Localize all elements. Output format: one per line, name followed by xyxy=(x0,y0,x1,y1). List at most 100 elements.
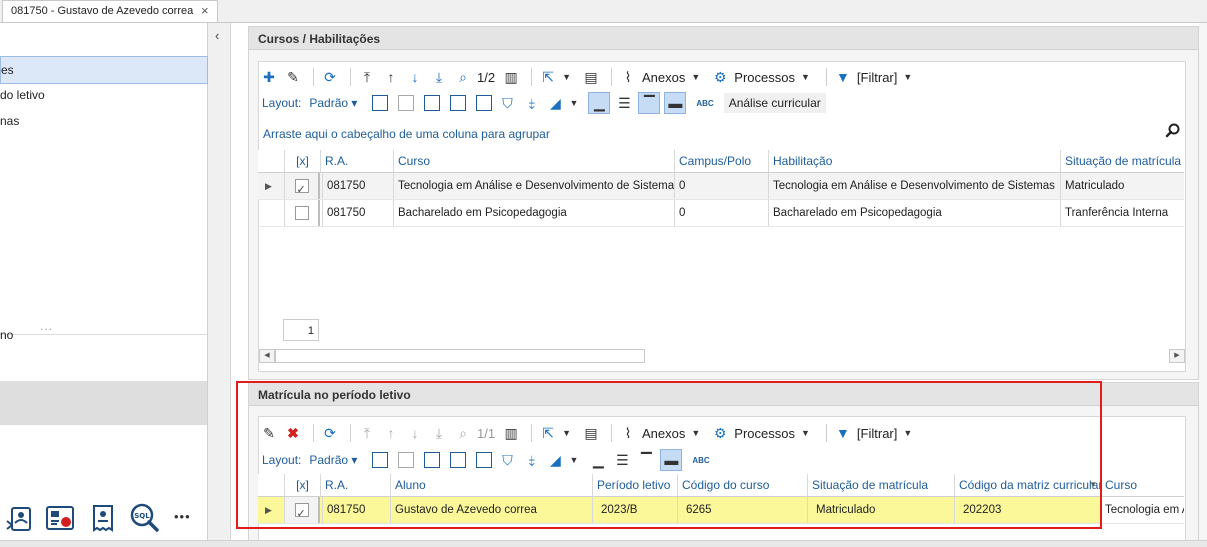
next-record-icon[interactable]: ↓ xyxy=(405,67,425,87)
layout-full-icon[interactable]: ▬ xyxy=(664,92,687,114)
cell-campus: 0 xyxy=(674,200,768,226)
layout-split-icon[interactable]: ☰ xyxy=(614,93,634,113)
horizontal-scrollbar-thumb[interactable] xyxy=(275,349,645,363)
processos-button[interactable]: Processos xyxy=(734,70,795,85)
student-card-icon[interactable] xyxy=(4,503,34,533)
column-header-curso[interactable]: Curso xyxy=(1100,474,1184,496)
receipt-icon[interactable] xyxy=(88,503,118,533)
table-row[interactable]: 081750 Bacharelado em Psicopedagogia 0 B… xyxy=(258,200,1184,227)
cursos-layout-toolbar: Layout: Padrão ▾ ⛉ ⤈ ◢ ▼ ▁ ☰ ▔ ▬ ABC Anál… xyxy=(262,92,826,114)
export-icon[interactable]: ⇱ xyxy=(538,67,558,87)
toolbar-separator xyxy=(611,68,612,86)
cell-ra: 081750 xyxy=(322,200,393,226)
chevron-down-icon[interactable]: ▼ xyxy=(903,72,912,82)
delete-row-icon xyxy=(398,95,415,111)
cell-curso: Tecnologia em Análise e Desenvolvimento … xyxy=(393,173,674,199)
layout-top-icon[interactable]: ▔ xyxy=(638,92,661,114)
sidebar-item-cursos[interactable]: es xyxy=(0,56,208,84)
report-chart-icon[interactable] xyxy=(45,503,75,533)
layout-bottom-icon[interactable]: ▁ xyxy=(588,92,611,114)
chevron-down-icon[interactable]: ▼ xyxy=(691,72,700,82)
sql-label: SQL xyxy=(134,512,150,520)
chevron-down-icon[interactable]: ▼ xyxy=(562,72,571,82)
document-icon[interactable]: ▤ xyxy=(581,67,601,87)
chevron-down-icon[interactable]: ▼ xyxy=(801,72,810,82)
page-number-input[interactable]: 1 xyxy=(283,319,319,341)
sql-search-icon[interactable]: SQL xyxy=(130,503,160,533)
column-header-campus[interactable]: Campus/Polo xyxy=(674,150,768,172)
paint-format-icon[interactable]: ⛉ xyxy=(497,93,517,113)
paperclip-icon: ⌇ xyxy=(624,69,632,85)
chart-icon[interactable]: ◢ xyxy=(545,93,565,113)
row-checkbox[interactable] xyxy=(294,205,309,220)
sidebar-item-aluno[interactable]: no xyxy=(0,322,206,348)
row-checkbox-cell[interactable] xyxy=(284,200,320,226)
layout-select[interactable]: Padrão ▾ xyxy=(309,96,357,110)
close-tab-icon[interactable]: × xyxy=(201,3,209,18)
add-row-icon[interactable] xyxy=(372,95,389,111)
sidebar-item-disciplinas[interactable]: nas xyxy=(0,108,206,134)
move-up-icon[interactable] xyxy=(450,95,467,111)
last-record-icon[interactable]: ⤓ xyxy=(429,67,449,87)
record-counter: 1/2 xyxy=(477,69,496,85)
add-icon[interactable]: ✚ xyxy=(259,67,279,87)
row-pointer-icon: ▶ xyxy=(265,181,272,191)
sidebar-selected-area xyxy=(0,381,207,425)
columns-icon[interactable]: ▥ xyxy=(501,67,521,87)
gear-icon: ⚙ xyxy=(714,69,727,85)
cell-habilitacao: Bacharelado em Psicopedagogia xyxy=(768,200,1060,226)
chevron-down-icon[interactable]: ▼ xyxy=(569,98,578,108)
highlight-annotation-box xyxy=(236,381,1102,529)
cell-curso: Bacharelado em Psicopedagogia xyxy=(393,200,674,226)
cell-situacao: Tranferência Interna xyxy=(1060,200,1184,226)
toolbar-separator xyxy=(825,68,827,86)
move-down-icon[interactable] xyxy=(476,95,493,111)
first-record-icon[interactable]: ⤒ xyxy=(357,67,377,87)
anexos-button[interactable]: Anexos xyxy=(642,70,685,85)
layout-label: Layout: xyxy=(262,96,302,110)
group-by-hint[interactable]: Arraste aqui o cabeçalho de uma coluna p… xyxy=(263,127,550,141)
sidebar-item-label: no xyxy=(0,328,14,342)
filter-icon: ▼ xyxy=(835,69,850,85)
cursos-toolbar: ✚ ✎ ⟳ ⤒ ↑ ↓ ⤓ ⌕ 1/2 ▥ ⇱ ▼ ▤ ⌇ Anexos ▼ ⚙ P… xyxy=(259,66,922,88)
panel-title: Cursos / Habilitações xyxy=(258,32,381,46)
layout-select-value: Padrão xyxy=(309,96,349,110)
row-checkbox-cell[interactable] xyxy=(284,173,320,199)
refresh-icon[interactable]: ⟳ xyxy=(320,67,340,87)
document-tab[interactable]: 081750 - Gustavo de Azevedo correa × xyxy=(2,0,218,22)
column-header-ra[interactable]: R.A. xyxy=(320,150,393,172)
scroll-left-icon[interactable]: ◀ xyxy=(259,349,275,363)
table-row[interactable]: ▶ 081750 Tecnologia em Análise e Desenvo… xyxy=(258,173,1184,200)
sidebar-item-label: nas xyxy=(0,114,20,128)
row-checkbox[interactable] xyxy=(294,177,309,199)
sidebar-collapse-strip[interactable]: ‹ xyxy=(208,23,231,546)
column-header-habilitacao[interactable]: Habilitação xyxy=(768,150,1060,172)
search-icon[interactable] xyxy=(1165,123,1181,139)
sidebar: es do letivo nas ... no xyxy=(0,23,208,546)
previous-record-icon[interactable]: ↑ xyxy=(381,67,401,87)
cell-curso: Tecnologia em A xyxy=(1100,497,1184,523)
column-header-select[interactable]: [x] xyxy=(284,150,320,172)
toolbar-separator xyxy=(313,68,314,86)
sidebar-item-periodo-letivo[interactable]: do letivo xyxy=(0,82,206,108)
cell-habilitacao: Tecnologia em Análise e Desenvolvimento … xyxy=(768,173,1060,199)
copy-icon[interactable] xyxy=(424,95,441,111)
sidebar-item-label: do letivo xyxy=(0,88,45,102)
cell-ra: 081750 xyxy=(322,173,393,199)
filtrar-button[interactable]: [Filtrar] xyxy=(857,70,897,85)
cell-situacao: Matriculado xyxy=(1060,173,1184,199)
column-header-situacao[interactable]: Situação de matrícula xyxy=(1060,150,1184,172)
chevron-left-icon[interactable]: ‹ xyxy=(215,28,219,43)
edit-pencil-icon[interactable]: ✎ xyxy=(283,67,303,87)
column-header-curso[interactable]: Curso xyxy=(393,150,674,172)
search-icon[interactable]: ⌕ xyxy=(453,67,473,87)
more-options-icon[interactable]: ••• xyxy=(174,509,191,524)
analise-curricular-button[interactable]: Análise curricular xyxy=(723,93,826,113)
scroll-right-icon[interactable]: ▶ xyxy=(1169,349,1185,363)
align-icon[interactable]: ⤈ xyxy=(521,93,541,113)
toolbar-separator xyxy=(531,68,533,86)
vertical-scrollbar[interactable] xyxy=(1199,23,1207,546)
panel-title-bar: Cursos / Habilitações xyxy=(249,27,1198,50)
spellcheck-icon[interactable]: ABC xyxy=(696,99,713,108)
document-tab-title: 081750 - Gustavo de Azevedo correa xyxy=(11,5,194,17)
